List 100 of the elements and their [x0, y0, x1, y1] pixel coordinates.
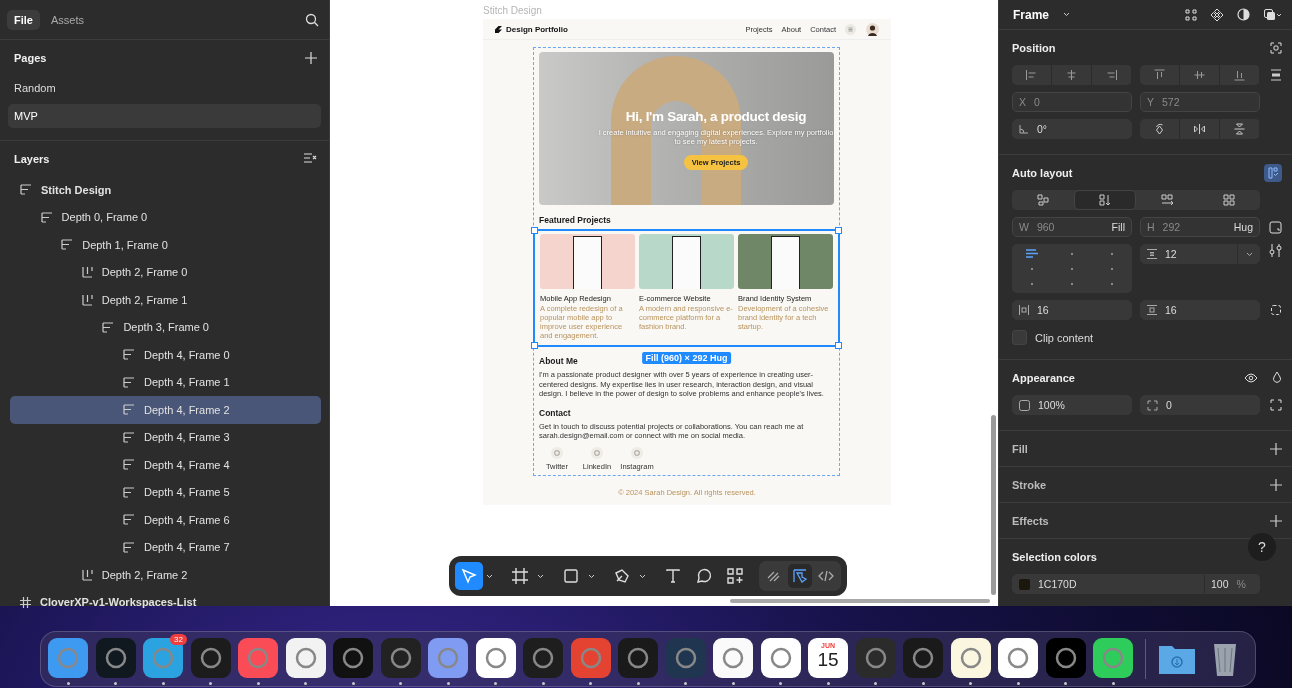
- add-icon[interactable]: [1270, 514, 1282, 527]
- section-title: Appearance: [1012, 371, 1075, 384]
- layer-item[interactable]: Stitch Design: [10, 176, 321, 204]
- mask-icon[interactable]: [1237, 8, 1250, 21]
- shapes-plus-icon: [726, 567, 744, 585]
- padding-icon[interactable]: [1270, 304, 1282, 316]
- vertical-layout-icon: [61, 239, 74, 251]
- layer-item[interactable]: Depth 4, Frame 2: [10, 396, 321, 424]
- site-brand: Design Portfolio: [506, 24, 568, 34]
- vertical-layout-icon: [123, 514, 135, 526]
- section-heading: Featured Projects: [539, 215, 611, 225]
- width-field[interactable]: W 960 Fill: [1012, 217, 1132, 237]
- frame-label: Stitch Design: [482, 4, 543, 18]
- resize-handle[interactable]: [531, 227, 538, 234]
- resize-icon[interactable]: [1269, 220, 1282, 234]
- clip-content-checkbox[interactable]: [1012, 330, 1027, 345]
- panel-tab[interactable]: Assets: [43, 9, 91, 30]
- layer-item[interactable]: Depth 4, Frame 5: [10, 478, 321, 506]
- resize-handle[interactable]: [835, 227, 842, 234]
- scrollbar[interactable]: [991, 415, 996, 595]
- search-icon[interactable]: [305, 12, 319, 27]
- app-icon[interactable]: [713, 638, 753, 678]
- app-icon[interactable]: [475, 638, 516, 678]
- code-icon: [818, 568, 834, 584]
- height-field[interactable]: H 292 Hug: [1140, 217, 1260, 237]
- vertical-padding-field[interactable]: 16: [1140, 300, 1260, 320]
- section-title: Stroke: [1012, 478, 1047, 491]
- caret-icon[interactable]: [588, 573, 595, 579]
- add-icon[interactable]: [1270, 442, 1282, 455]
- layer-item[interactable]: Depth 4, Frame 4: [10, 451, 321, 479]
- hash-icon: [511, 567, 529, 585]
- move-tool-button[interactable]: [455, 562, 483, 590]
- resize-handle[interactable]: [531, 342, 538, 349]
- color-field[interactable]: 1C170D: [1012, 574, 1204, 594]
- layer-item[interactable]: Depth 4, Frame 0: [10, 341, 321, 369]
- color-opacity-field[interactable]: 100 %: [1204, 574, 1260, 594]
- layer-item[interactable]: Depth 2, Frame 0: [10, 258, 321, 286]
- design-mode-button[interactable]: [788, 564, 812, 588]
- angle-icon: [1019, 124, 1029, 134]
- gap-field[interactable]: 12: [1140, 244, 1260, 264]
- caret-icon[interactable]: [486, 573, 493, 579]
- caret-icon[interactable]: [1246, 251, 1253, 257]
- app-icon[interactable]: [760, 638, 801, 678]
- speech-bubble-icon: [695, 567, 713, 585]
- section-title: Auto layout: [1012, 166, 1073, 179]
- grid-icon[interactable]: [1185, 8, 1197, 21]
- app-icon[interactable]: [1045, 638, 1086, 678]
- align-lines-icon: [1026, 249, 1038, 258]
- app-icon[interactable]: [285, 638, 326, 678]
- layer-item[interactable]: Depth 4, Frame 6: [10, 506, 321, 534]
- drop-icon[interactable]: [1272, 371, 1282, 384]
- layer-item[interactable]: Depth 4, Frame 7: [10, 533, 321, 561]
- layer-item[interactable]: Depth 1, Frame 0: [10, 231, 321, 259]
- caret-icon[interactable]: [639, 573, 646, 579]
- section-title: Position: [1012, 41, 1056, 54]
- corner-radius-field[interactable]: 0: [1140, 395, 1260, 415]
- collapse-layers-icon[interactable]: [304, 153, 317, 164]
- corners-icon[interactable]: [1270, 399, 1282, 411]
- add-icon[interactable]: [305, 52, 317, 64]
- horizontal-padding-field[interactable]: 16: [1012, 300, 1132, 320]
- avatar-icon: [866, 22, 879, 36]
- caret-icon[interactable]: [1063, 12, 1071, 17]
- x-field[interactable]: X 0: [1012, 92, 1132, 112]
- component-icon[interactable]: [1211, 8, 1223, 21]
- color-swatch[interactable]: [1019, 578, 1030, 590]
- vertical-layout-button[interactable]: [1074, 190, 1136, 210]
- layer-item[interactable]: Depth 4, Frame 3: [10, 423, 321, 451]
- scrollbar[interactable]: [730, 599, 990, 603]
- grid-icon: [1222, 194, 1236, 206]
- logo-icon: [495, 25, 502, 33]
- layer-item[interactable]: Depth 0, Frame 0: [10, 203, 321, 231]
- y-field[interactable]: Y 572: [1140, 92, 1260, 112]
- app-icon[interactable]: [1093, 638, 1133, 678]
- rotation-field[interactable]: 0°: [1012, 119, 1132, 139]
- layer-item[interactable]: Depth 2, Frame 2: [10, 561, 321, 589]
- distribute-icon[interactable]: [1270, 69, 1282, 81]
- panel-tab[interactable]: File: [7, 9, 40, 30]
- boolean-icon[interactable]: [1264, 8, 1282, 21]
- layer-item[interactable]: CloverXP-v1-Workspaces-List: [10, 588, 321, 616]
- notification-badge: 32: [170, 634, 187, 645]
- add-icon[interactable]: [1270, 478, 1282, 491]
- app-icon[interactable]: [998, 638, 1038, 678]
- opacity-field[interactable]: 100%: [1012, 395, 1132, 415]
- focus-frame-icon[interactable]: [1270, 41, 1282, 54]
- app-icon[interactable]: [950, 638, 991, 678]
- panel-title: Frame: [1013, 7, 1050, 22]
- caret-icon[interactable]: [537, 573, 544, 579]
- cursor-icon: [460, 567, 478, 585]
- auto-layout-icon[interactable]: [1264, 163, 1282, 182]
- layer-item[interactable]: Depth 3, Frame 0: [10, 313, 321, 341]
- resize-handle[interactable]: [835, 342, 842, 349]
- layer-item[interactable]: Depth 4, Frame 1: [10, 368, 321, 396]
- sliders-icon[interactable]: [1269, 244, 1282, 257]
- help-button[interactable]: ?: [1248, 533, 1276, 561]
- page-item[interactable]: MVP: [8, 104, 321, 128]
- horizontal-layout-icon: [81, 293, 93, 306]
- layer-item[interactable]: Depth 2, Frame 1: [10, 286, 321, 314]
- eye-icon[interactable]: [1244, 372, 1258, 383]
- section-heading: Contact: [539, 407, 571, 418]
- page-item[interactable]: Random: [8, 76, 321, 100]
